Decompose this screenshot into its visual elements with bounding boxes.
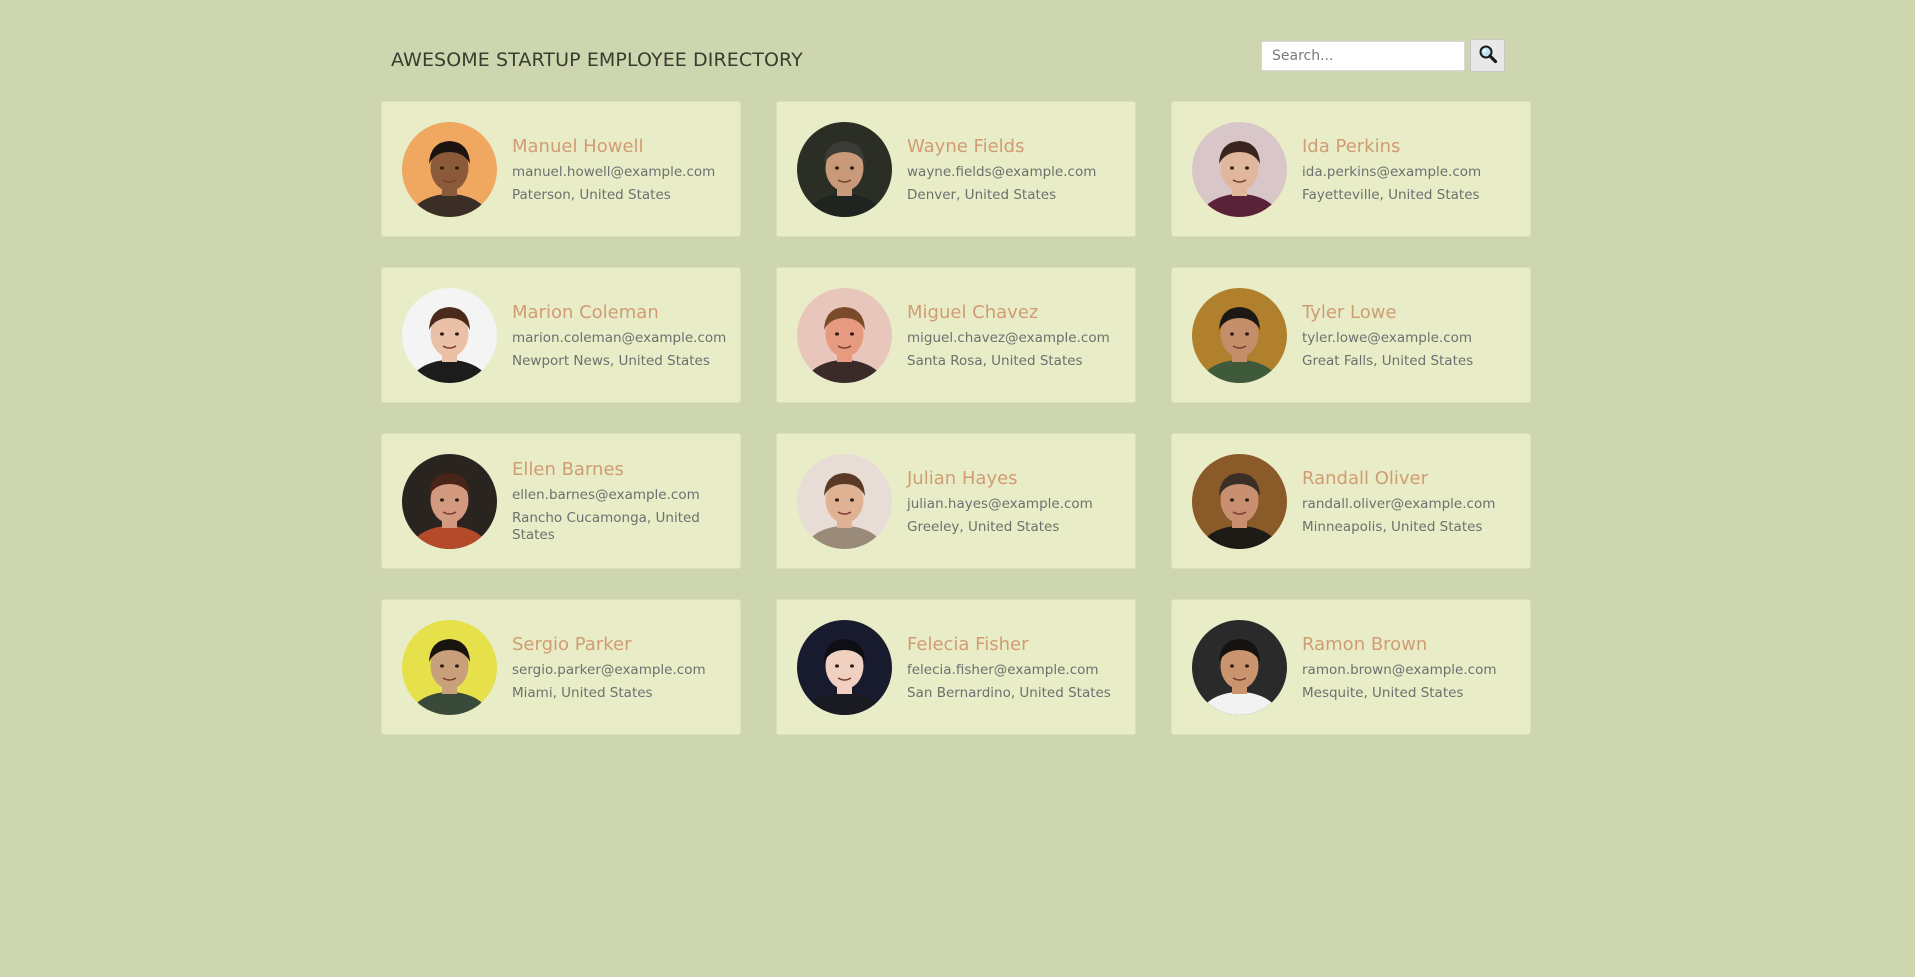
employee-location: Paterson, United States xyxy=(512,186,671,203)
employee-location: Denver, United States xyxy=(907,186,1057,203)
employee-card[interactable]: Ida Perkins ida.perkins@example.com Fayett… xyxy=(1171,101,1531,237)
employee-info: Manuel Howell manuel.howell@example.com Pa… xyxy=(512,136,715,204)
employee-card[interactable]: Marion Coleman marion.coleman@example.com… xyxy=(381,267,741,403)
employee-grid: Manuel Howell manuel.howell@example.com Pa… xyxy=(381,101,1532,735)
employee-info: Ida Perkins ida.perkins@example.com Fayett… xyxy=(1302,136,1481,204)
employee-name: Sergio Parker xyxy=(512,633,632,655)
employee-info: Randall Oliver randall.oliver@example.com… xyxy=(1302,468,1495,536)
employee-email: julian.hayes@example.com xyxy=(907,495,1093,512)
avatar xyxy=(797,620,892,715)
employee-location: Minneapolis, United States xyxy=(1302,518,1483,535)
employee-name: Miguel Chavez xyxy=(907,301,1039,323)
employee-email: manuel.howell@example.com xyxy=(512,163,716,180)
employee-location: Miami, United States xyxy=(512,684,653,701)
employee-location: San Bernardino, United States xyxy=(907,684,1111,701)
employee-location: Mesquite, United States xyxy=(1302,684,1464,701)
avatar xyxy=(402,620,497,715)
employee-name: Marion Coleman xyxy=(512,301,659,323)
employee-info: Miguel Chavez miguel.chavez@example.com Sa… xyxy=(907,302,1110,370)
avatar xyxy=(1192,454,1287,549)
employee-name: Manuel Howell xyxy=(512,135,644,157)
avatar xyxy=(402,454,497,549)
employee-card[interactable]: Ellen Barnes ellen.barnes@example.com Ranc… xyxy=(381,433,741,569)
employee-email: felecia.fisher@example.com xyxy=(907,661,1099,678)
employee-info: Marion Coleman marion.coleman@example.com… xyxy=(512,301,727,370)
employee-email: ida.perkins@example.com xyxy=(1302,163,1482,180)
employee-email: sergio.parker@example.com xyxy=(512,661,706,678)
employee-card[interactable]: Felecia Fisher felecia.fisher@example.com… xyxy=(776,599,1136,735)
avatar xyxy=(797,288,892,383)
header: AWESOME STARTUP EMPLOYEE DIRECTORY xyxy=(381,0,1532,101)
avatar xyxy=(1192,122,1287,217)
magnifying-glass-icon xyxy=(1478,44,1498,67)
employee-card[interactable]: Randall Oliver randall.oliver@example.com… xyxy=(1171,433,1531,569)
employee-location: Newport News, United States xyxy=(512,352,710,369)
employee-email: randall.oliver@example.com xyxy=(1302,495,1496,512)
employee-card[interactable]: Sergio Parker sergio.parker@example.com Mi… xyxy=(381,599,741,735)
avatar xyxy=(1192,620,1287,715)
avatar xyxy=(797,454,892,549)
employee-card[interactable]: Tyler Lowe tyler.lowe@example.com Great Fa… xyxy=(1171,267,1531,403)
employee-card[interactable]: Wayne Fields wayne.fields@example.com Denv… xyxy=(776,101,1136,237)
employee-email: ellen.barnes@example.com xyxy=(512,487,700,503)
employee-name: Ida Perkins xyxy=(1302,135,1401,157)
search-button[interactable] xyxy=(1470,39,1505,72)
avatar xyxy=(402,122,497,217)
employee-name: Ramon Brown xyxy=(1302,633,1428,655)
employee-info: Wayne Fields wayne.fields@example.com Denv… xyxy=(907,136,1096,204)
avatar xyxy=(402,288,497,383)
employee-email: wayne.fields@example.com xyxy=(907,163,1097,180)
avatar xyxy=(797,122,892,217)
employee-info: Ramon Brown ramon.brown@example.com Mesqui… xyxy=(1302,634,1497,702)
employee-name: Felecia Fisher xyxy=(907,633,1029,655)
employee-card[interactable]: Manuel Howell manuel.howell@example.com Pa… xyxy=(381,101,741,237)
employee-info: Julian Hayes julian.hayes@example.com Gree… xyxy=(907,468,1093,536)
employee-location: Santa Rosa, United States xyxy=(907,352,1083,369)
employee-card[interactable]: Julian Hayes julian.hayes@example.com Gree… xyxy=(776,433,1136,569)
employee-name: Julian Hayes xyxy=(907,467,1018,489)
employee-email: tyler.lowe@example.com xyxy=(1302,329,1473,346)
employee-location: Great Falls, United States xyxy=(1302,352,1474,369)
employee-info: Sergio Parker sergio.parker@example.com Mi… xyxy=(512,634,706,702)
employee-card[interactable]: Miguel Chavez miguel.chavez@example.com Sa… xyxy=(776,267,1136,403)
employee-location: Rancho Cucamonga, United States xyxy=(512,510,700,543)
employee-name: Ellen Barnes xyxy=(512,459,624,480)
employee-name: Randall Oliver xyxy=(1302,467,1429,489)
avatar xyxy=(1192,288,1287,383)
employee-info: Tyler Lowe tyler.lowe@example.com Great Fa… xyxy=(1302,302,1473,370)
search-input[interactable] xyxy=(1261,40,1465,71)
employee-name: Tyler Lowe xyxy=(1302,301,1397,323)
page-title: AWESOME STARTUP EMPLOYEE DIRECTORY xyxy=(391,49,803,71)
employee-card[interactable]: Ramon Brown ramon.brown@example.com Mesqui… xyxy=(1171,599,1531,735)
employee-email: marion.coleman@example.com xyxy=(512,329,727,346)
employee-name: Wayne Fields xyxy=(907,135,1025,157)
directory-page: AWESOME STARTUP EMPLOYEE DIRECTORY Manue… xyxy=(381,0,1532,735)
employee-location: Greeley, United States xyxy=(907,518,1060,535)
employee-info: Felecia Fisher felecia.fisher@example.com… xyxy=(907,634,1111,702)
employee-email: miguel.chavez@example.com xyxy=(907,329,1110,346)
employee-location: Fayetteville, United States xyxy=(1302,186,1480,203)
employee-info: Ellen Barnes ellen.barnes@example.com Ranc… xyxy=(512,459,720,544)
employee-email: ramon.brown@example.com xyxy=(1302,661,1497,678)
search-form xyxy=(1261,39,1505,72)
